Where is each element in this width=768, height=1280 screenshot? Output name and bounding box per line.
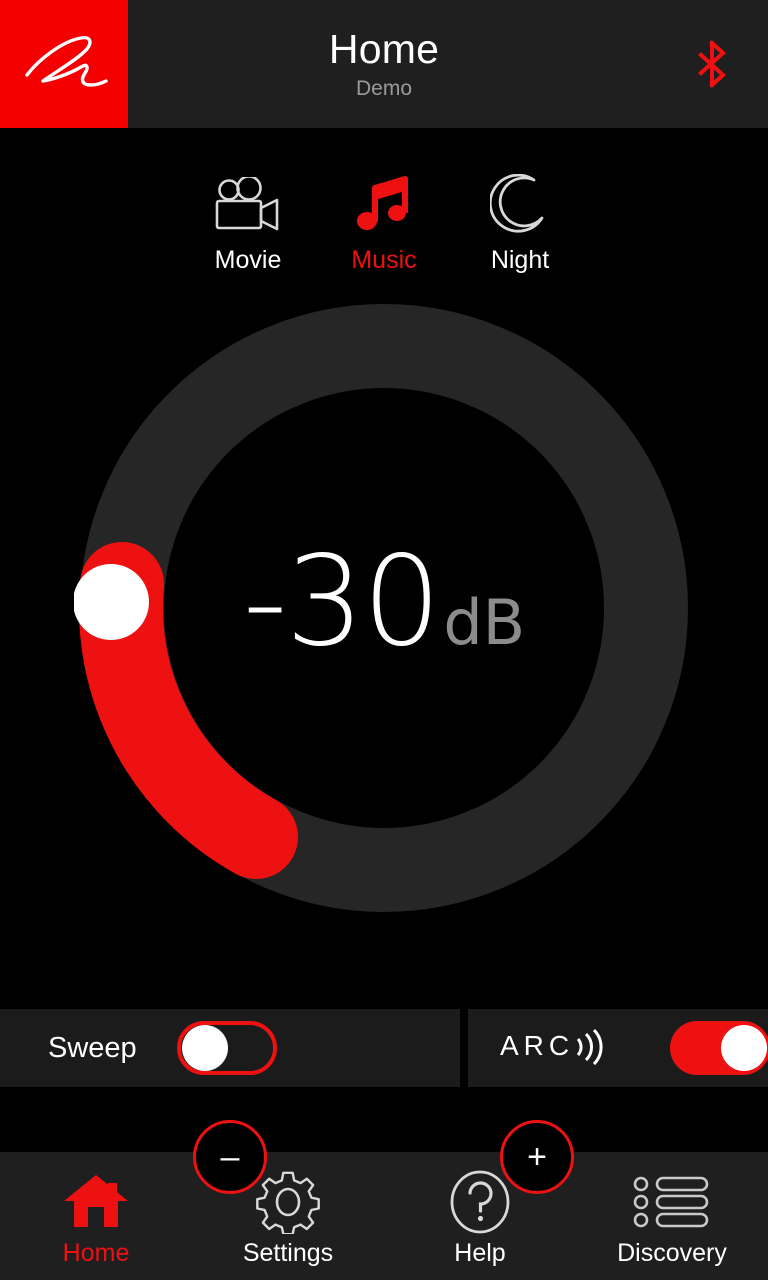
- mode-button-movie[interactable]: Movie: [180, 174, 316, 274]
- arc-switch[interactable]: [670, 1021, 768, 1075]
- volume-up-button[interactable]: +: [500, 1120, 574, 1194]
- bluetooth-glyph: [698, 40, 726, 88]
- list-icon: [633, 1171, 711, 1233]
- mode-selector: Movie Music Night: [0, 128, 768, 298]
- nav-label-help: Help: [454, 1239, 506, 1267]
- arc-switch-knob: [721, 1025, 767, 1071]
- volume-dial[interactable]: [74, 298, 694, 918]
- m-signature-logo-icon: [25, 35, 108, 87]
- nav-item-discovery[interactable]: Discovery: [576, 1171, 768, 1267]
- question-mark-icon: [449, 1170, 511, 1234]
- page-title: Home: [328, 26, 440, 72]
- mode-label-movie: Movie: [214, 246, 282, 274]
- sweep-toggle-card[interactable]: Sweep: [0, 1009, 460, 1087]
- mode-button-night[interactable]: Night: [452, 174, 588, 274]
- app-root: Home Demo Movie Music Night -30dB – + Sw…: [0, 0, 768, 1280]
- mode-button-music[interactable]: Music: [316, 174, 452, 274]
- volume-dial-graphic[interactable]: [74, 298, 694, 918]
- sweep-switch-knob: [181, 1025, 228, 1071]
- bluetooth-icon[interactable]: [696, 40, 728, 88]
- arc-toggle-card[interactable]: ARC: [468, 1009, 768, 1087]
- toggle-row: Sweep ARC: [0, 1009, 768, 1087]
- page-subtitle: Demo: [355, 77, 413, 100]
- volume-down-button[interactable]: –: [193, 1120, 267, 1194]
- bottom-navigation: Home Settings Help Discovery: [0, 1152, 768, 1280]
- moon-icon: [490, 174, 550, 236]
- sweep-label: Sweep: [48, 1032, 137, 1064]
- nav-label-home: Home: [62, 1239, 130, 1267]
- volume-dial-area: -30dB – +: [0, 298, 768, 1194]
- mode-label-music: Music: [351, 246, 417, 274]
- music-note-icon: [353, 174, 415, 236]
- header-bar: Home Demo: [0, 0, 768, 128]
- dial-thumb[interactable]: [74, 564, 149, 640]
- movie-camera-icon: [211, 174, 285, 236]
- nav-label-settings: Settings: [242, 1239, 334, 1267]
- bottom-spacer: [0, 1087, 768, 1152]
- minus-icon: –: [220, 1138, 240, 1176]
- house-icon: [60, 1171, 132, 1233]
- brand-logo-tile[interactable]: [0, 0, 128, 128]
- plus-icon: +: [527, 1138, 547, 1176]
- sweep-switch[interactable]: [176, 1021, 277, 1075]
- gear-icon: [256, 1171, 320, 1234]
- nav-label-discovery: Discovery: [617, 1239, 727, 1267]
- svg-text:ARC: ARC: [500, 1030, 574, 1061]
- nav-item-home[interactable]: Home: [0, 1171, 192, 1267]
- mode-label-night: Night: [490, 246, 550, 274]
- arc-waves-logo-icon: ARC: [500, 1026, 624, 1071]
